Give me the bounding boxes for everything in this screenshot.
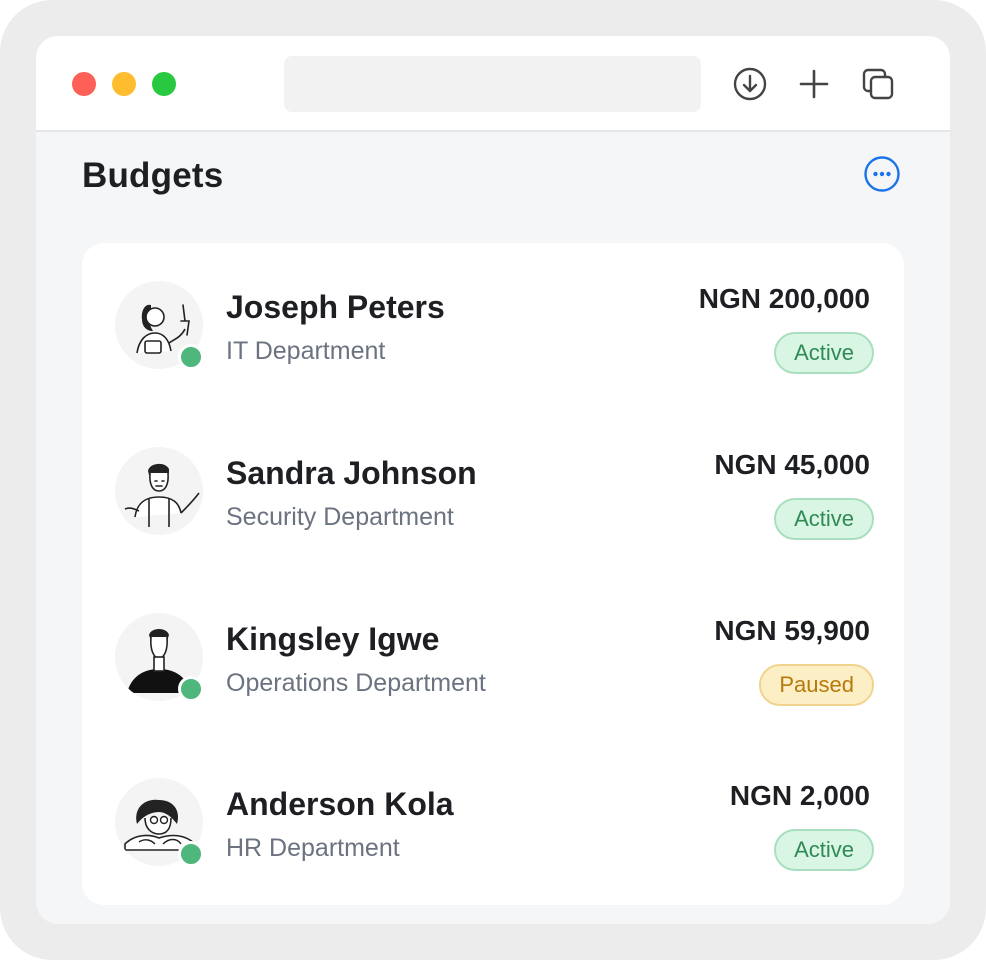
person-name: Sandra Johnson xyxy=(226,455,477,491)
person-name: Joseph Peters xyxy=(226,289,445,325)
status-badge: Paused xyxy=(759,664,874,706)
person-name: Kingsley Igwe xyxy=(226,621,440,657)
minimize-window-button[interactable] xyxy=(112,72,136,96)
page-title: Budgets xyxy=(82,156,224,195)
copy-tabs-icon[interactable] xyxy=(860,66,896,102)
person-name: Anderson Kola xyxy=(226,786,454,822)
department-label: Security Department xyxy=(226,503,454,531)
list-item[interactable]: Kingsley Igwe Operations Department NGN … xyxy=(82,575,904,725)
title-bar xyxy=(36,36,950,132)
budget-amount: NGN 45,000 xyxy=(714,449,870,480)
ellipsis-circle-icon[interactable] xyxy=(863,155,901,193)
status-badge: Active xyxy=(774,829,874,871)
online-status-indicator xyxy=(178,676,204,702)
budgets-list: Joseph Peters IT Department NGN 200,000 … xyxy=(82,243,904,905)
online-status-indicator xyxy=(178,841,204,867)
maximize-window-button[interactable] xyxy=(152,72,176,96)
avatar xyxy=(115,613,204,702)
download-icon[interactable] xyxy=(732,66,768,102)
budget-amount: NGN 200,000 xyxy=(698,283,870,314)
avatar xyxy=(115,778,204,867)
list-item[interactable]: Joseph Peters IT Department NGN 200,000 … xyxy=(82,243,904,393)
plus-icon[interactable] xyxy=(796,66,832,102)
close-window-button[interactable] xyxy=(72,72,96,96)
status-badge: Active xyxy=(774,332,874,374)
browser-window: Budgets Joseph Peters IT Department NGN … xyxy=(36,36,950,924)
avatar xyxy=(115,447,203,535)
avatar xyxy=(115,281,204,370)
online-status-indicator xyxy=(178,344,204,370)
department-label: HR Department xyxy=(226,834,400,862)
budget-amount: NGN 2,000 xyxy=(729,780,870,811)
address-bar[interactable] xyxy=(284,56,701,112)
department-label: IT Department xyxy=(226,337,386,365)
list-item[interactable]: Anderson Kola HR Department NGN 2,000 Ac… xyxy=(82,740,904,890)
list-item[interactable]: Sandra Johnson Security Department NGN 4… xyxy=(82,409,904,559)
department-label: Operations Department xyxy=(226,669,486,697)
status-badge: Active xyxy=(774,498,874,540)
budget-amount: NGN 59,900 xyxy=(714,615,870,646)
person-illustration-icon xyxy=(115,447,203,535)
device-frame: Budgets Joseph Peters IT Department NGN … xyxy=(0,0,986,960)
